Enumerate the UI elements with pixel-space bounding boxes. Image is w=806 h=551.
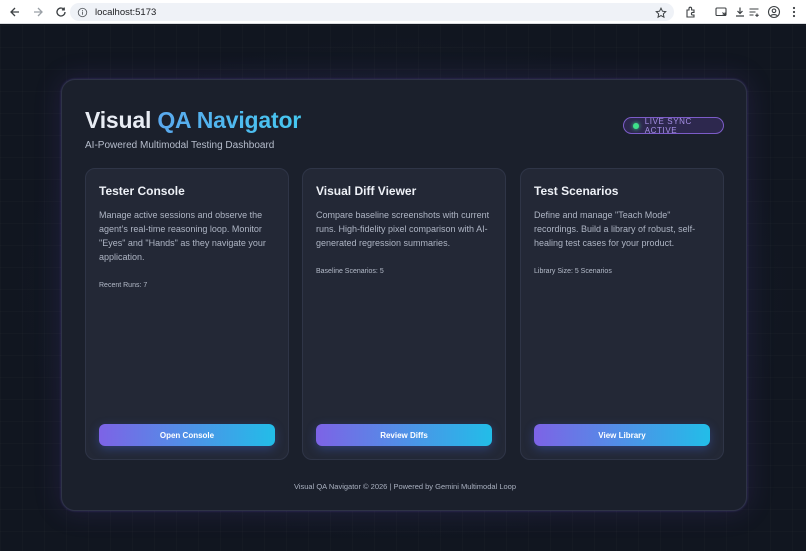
forward-arrow-icon[interactable] <box>29 3 47 21</box>
cast-media-icon[interactable] <box>714 5 728 19</box>
address-bar[interactable]: localhost:5173 <box>70 3 674 21</box>
live-sync-badge: LIVE SYNC ACTIVE <box>623 116 724 135</box>
card-description: Compare baseline screenshots with curren… <box>316 210 490 248</box>
card-description: Define and manage "Teach Mode" recording… <box>534 210 696 248</box>
page-title: Visual QA Navigator <box>85 107 301 134</box>
card-title: Visual Diff Viewer <box>316 184 417 198</box>
dashboard-panel: Visual QA Navigator AI-Powered Multimoda… <box>61 79 747 511</box>
kebab-menu-icon[interactable] <box>787 5 801 19</box>
card-stat: Recent Runs: 7 <box>99 282 148 289</box>
reload-icon[interactable] <box>52 3 70 21</box>
badge-label: LIVE SYNC ACTIVE <box>644 116 692 135</box>
review-diffs-button[interactable]: Review Diffs <box>316 424 492 446</box>
extensions-puzzle-icon[interactable] <box>684 5 698 19</box>
card-visual-diff-viewer: Visual Diff Viewer Compare baseline scre… <box>302 168 506 460</box>
reading-list-icon[interactable] <box>747 5 761 19</box>
page-footer: Visual QA Navigator © 2026 | Powered by … <box>293 482 517 491</box>
page-viewport: Visual QA Navigator AI-Powered Multimoda… <box>0 25 806 551</box>
card-title: Tester Console <box>99 184 185 198</box>
page-subtitle: AI-Powered Multimodal Testing Dashboard <box>85 140 275 151</box>
site-info-icon[interactable] <box>76 6 88 18</box>
downloads-icon[interactable] <box>733 5 747 19</box>
card-test-scenarios: Test Scenarios Define and manage "Teach … <box>520 168 724 460</box>
card-tester-console: Tester Console Manage active sessions an… <box>85 168 289 460</box>
browser-toolbar: localhost:5173 <box>0 0 806 24</box>
title-accent: QA Navigator <box>157 107 302 133</box>
profile-avatar-icon[interactable] <box>767 5 781 19</box>
card-title: Test Scenarios <box>534 184 619 198</box>
card-description: Manage active sessions and observe the a… <box>99 210 266 262</box>
title-plain: Visual <box>85 107 158 133</box>
card-stat: Baseline Scenarios: 5 <box>316 268 384 275</box>
bookmark-star-icon[interactable] <box>655 6 667 19</box>
card-stat: Library Size: 5 Scenarios <box>534 268 612 275</box>
url-text: localhost:5173 <box>95 6 157 18</box>
status-dot-icon <box>633 122 639 129</box>
view-library-button[interactable]: View Library <box>534 424 710 446</box>
back-arrow-icon[interactable] <box>6 3 24 21</box>
open-console-button[interactable]: Open Console <box>99 424 275 446</box>
